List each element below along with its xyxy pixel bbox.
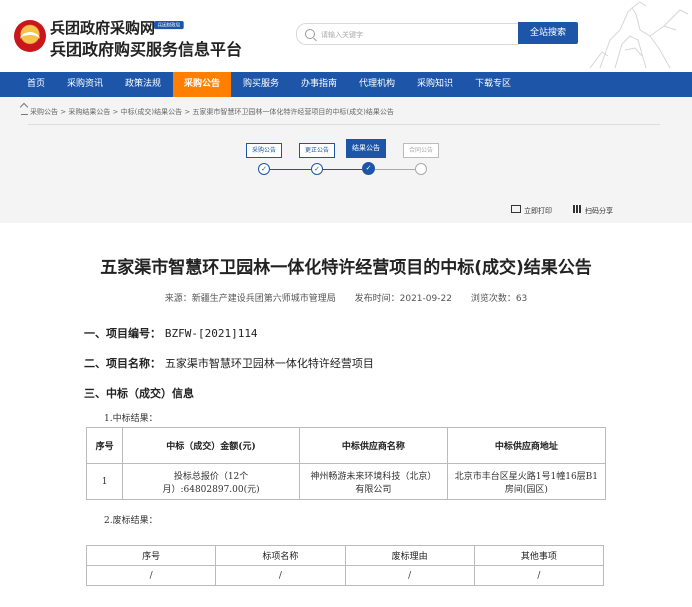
table-cell: 投标总报价（12个月）:64802897.00(元) [122, 463, 300, 500]
article-title: 五家渠市智慧环卫园林一体化特许经营项目的中标(成交)结果公告 [100, 258, 592, 278]
qr-code-icon [573, 205, 581, 213]
table-header: 中标供应商名称 [298, 427, 448, 464]
nav-item-policy[interactable]: 政策法规 [116, 72, 170, 97]
project-number-value: BZFW-[2021]114 [164, 327, 258, 340]
home-icon[interactable] [21, 107, 28, 115]
step-contract-notice: 合同公告 [403, 143, 440, 158]
table-header: 序号 [85, 545, 217, 566]
site-title-line1[interactable]: 兵团政府采购网 [50, 17, 155, 38]
article-views: 浏览次数：63 [470, 294, 528, 304]
nav-item-news[interactable]: 采购资讯 [58, 72, 112, 97]
table-header: 废标理由 [344, 545, 475, 566]
breadcrumb: 采购公告 > 采购结果公告 > 中标(成交)结果公告 > 五家渠市智慧环卫园林一… [21, 107, 394, 117]
table-header: 序号 [85, 427, 124, 464]
monument-illustration-icon [589, 1, 689, 68]
breadcrumb-text[interactable]: 采购公告 > 采购结果公告 > 中标(成交)结果公告 > 五家渠市智慧环卫园林一… [30, 108, 394, 116]
table-cell: / [215, 565, 346, 586]
table-cell: / [344, 565, 475, 586]
site-logo-icon[interactable] [14, 20, 46, 52]
step-connector [323, 169, 362, 170]
table-cell: / [473, 565, 605, 586]
printer-icon [511, 205, 521, 213]
abolish-result-table: 序号 标项名称 废标理由 其他事项 / / / / [85, 545, 605, 586]
nav-item-download[interactable]: 下载专区 [466, 72, 520, 97]
divider [28, 124, 660, 125]
step-connector [375, 169, 415, 170]
step-1-check-icon: ✓ [258, 163, 270, 175]
table-header: 中标（成交）金额(元) [122, 427, 300, 464]
nav-item-guide[interactable]: 办事指南 [292, 72, 346, 97]
print-button[interactable]: 立即打印 [511, 205, 552, 216]
main-nav: 首页 采购资讯 政策法规 采购公告 购买服务 办事指南 代理机构 采购知识 下载… [0, 72, 692, 97]
table-row: 1 投标总报价（12个月）:64802897.00(元) 神州畅游未来环境科技（… [85, 463, 607, 500]
abolish-result-label: 2.废标结果： [104, 516, 158, 526]
article-source: 来源：新疆生产建设兵团第六师城市管理局 [164, 294, 336, 304]
site-header: 兵团政府采购网 兵团财政局 兵团政府购买服务信息平台 全站搜索 [0, 0, 692, 68]
article-publish-time: 发布时间：2021-09-22 [354, 294, 452, 304]
table-cell: / [85, 565, 217, 586]
table-header: 其他事项 [473, 545, 605, 566]
article-meta: 来源：新疆生产建设兵团第六师城市管理局 发布时间：2021-09-22 浏览次数… [0, 291, 692, 304]
print-label: 立即打印 [524, 207, 552, 215]
step-connector [270, 169, 311, 170]
section-label: 一、项目编号： [84, 327, 161, 340]
table-cell: 神州畅游未来环境科技（北京）有限公司 [298, 463, 448, 500]
search-input[interactable] [319, 25, 518, 45]
table-cell: 1 [85, 463, 124, 500]
step-3-check-icon: ✓ [362, 162, 375, 175]
table-row: / / / / [85, 565, 605, 586]
nav-item-agency[interactable]: 代理机构 [350, 72, 404, 97]
search-box [296, 23, 519, 45]
award-result-label: 1.中标结果： [104, 414, 158, 424]
search-icon [305, 29, 315, 39]
nav-item-home[interactable]: 首页 [18, 72, 54, 97]
nav-item-procurement-notice[interactable]: 采购公告 [173, 72, 231, 97]
site-title-line2[interactable]: 兵团政府购买服务信息平台 [50, 36, 242, 60]
share-label: 扫码分享 [585, 207, 613, 215]
step-result-notice[interactable]: 结果公告 [346, 139, 386, 158]
step-4-pending-icon [415, 163, 427, 175]
table-header: 标项名称 [215, 545, 346, 566]
share-button[interactable]: 扫码分享 [573, 205, 613, 216]
site-badge: 兵团财政局 [154, 21, 184, 30]
section-project-number: 一、项目编号： BZFW-[2021]114 [84, 325, 258, 341]
project-name-value: 五家渠市智慧环卫园林一体化特许经营项目 [164, 357, 374, 370]
breadcrumb-area: 采购公告 > 采购结果公告 > 中标(成交)结果公告 > 五家渠市智慧环卫园林一… [0, 97, 692, 223]
table-cell: 北京市丰台区星火路1号1幢16层B1房间(园区) [446, 463, 607, 500]
section-award-info: 三、中标（成交）信息 [84, 387, 194, 400]
award-result-table: 序号 中标（成交）金额(元) 中标供应商名称 中标供应商地址 1 投标总报价（1… [85, 427, 607, 500]
nav-item-knowledge[interactable]: 采购知识 [408, 72, 462, 97]
step-2-check-icon: ✓ [311, 163, 323, 175]
table-header: 中标供应商地址 [446, 427, 607, 464]
search-button[interactable]: 全站搜索 [518, 22, 578, 44]
section-label: 二、项目名称： [84, 357, 161, 370]
step-procurement-notice[interactable]: 采购公告 [246, 143, 283, 158]
step-correction-notice[interactable]: 更正公告 [299, 143, 336, 158]
section-project-name: 二、项目名称： 五家渠市智慧环卫园林一体化特许经营项目 [84, 355, 374, 371]
nav-item-purchase-service[interactable]: 购买服务 [234, 72, 288, 97]
